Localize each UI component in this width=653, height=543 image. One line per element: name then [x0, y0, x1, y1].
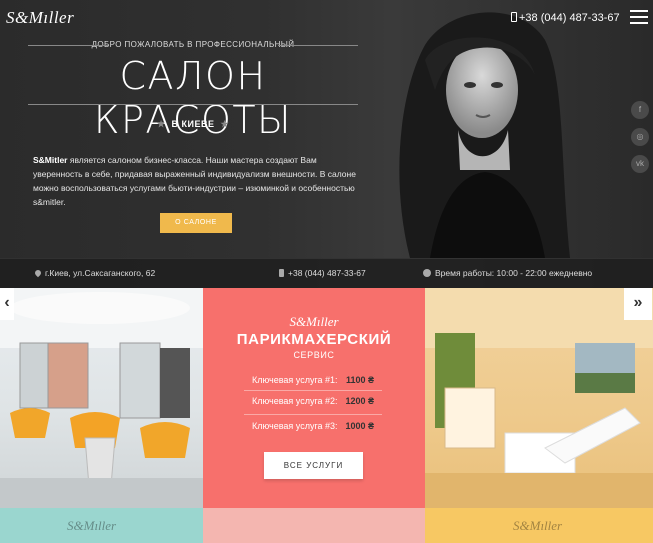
salon-interior-illustration [0, 288, 203, 508]
service-price: 1100 ₴ [345, 375, 374, 385]
salon-interior-image [0, 288, 203, 508]
row2-logo-right: S&Mıller [513, 518, 563, 533]
address-text: г.Киев, ул.Саксаганского, 62 [45, 268, 156, 278]
phone-text[interactable]: +38 (044) 487-33-67 [288, 268, 366, 278]
phone-info[interactable]: +38 (044) 487-33-67 [279, 268, 366, 278]
location-pin-icon [33, 268, 43, 278]
welcome-text: ДОБРО ПОЖАЛОВАТЬ В ПРОФЕССИОНАЛЬНЫЙ [28, 40, 358, 49]
service-price: 1200 ₴ [345, 396, 374, 406]
hero-city-label: В КИЕВЕ [171, 119, 215, 129]
service-price: 1000 ₴ [345, 421, 374, 431]
service-divider [244, 414, 382, 415]
service-card-bottom-middle [203, 508, 425, 543]
instagram-icon[interactable]: ◎ [631, 128, 649, 146]
service-label: Ключевая услуга #2: [252, 396, 338, 406]
service-divider [244, 390, 382, 391]
service-item: Ключевая услуга #1: 1100 ₴ [252, 375, 384, 385]
header-phone[interactable]: +38 (044) 487-33-67 [511, 12, 620, 24]
star-icon: ★ [220, 119, 230, 129]
service-label: Ключевая услуга #3: [252, 421, 338, 431]
hours-info: Время работы: 10:00 - 22:00 ежедневно [423, 268, 592, 278]
cosmetology-room-illustration [425, 288, 653, 508]
service-card-logo: S&Mıller [289, 314, 339, 329]
hero-city: ★ В КИЕВЕ ★ [28, 119, 358, 130]
model-portrait-image [399, 12, 570, 258]
phone-icon [511, 12, 517, 22]
row2-logo-left: S&Mıller [67, 518, 117, 533]
hero-description: S&Mitler является салоном бизнес-класса.… [33, 153, 363, 209]
service-label: Ключевая услуга #1: [252, 375, 338, 385]
star-icon: ★ [156, 119, 166, 129]
slider-next-arrow[interactable]: » [624, 288, 652, 320]
menu-hamburger-icon[interactable] [630, 10, 648, 24]
service-item: Ключевая услуга #3: 1000 ₴ [252, 421, 384, 431]
header-phone-number[interactable]: +38 (044) 487-33-67 [519, 12, 620, 24]
phone-icon [279, 269, 284, 277]
vk-icon[interactable]: vk [631, 155, 649, 173]
hours-text: Время работы: 10:00 - 22:00 ежедневно [435, 268, 593, 278]
hero-section: S&Mıller +38 (044) 487-33-67 ДОБРО ПОЖАЛ… [0, 0, 653, 288]
service-card-subtitle: СЕРВИС [293, 350, 335, 360]
logo[interactable]: S&Mıller [6, 8, 74, 28]
about-salon-button[interactable]: О САЛОНЕ [160, 213, 232, 233]
hero-description-text: является салоном бизнес-класса. Наши мас… [33, 155, 356, 207]
service-item: Ключевая услуга #2: 1200 ₴ [252, 396, 384, 406]
slider-prev-arrow[interactable]: ‹ [0, 288, 14, 320]
all-services-button[interactable]: ВСЕ УСЛУГИ [264, 452, 363, 479]
facebook-icon[interactable]: f [631, 101, 649, 119]
cosmetology-room-image [425, 288, 653, 508]
brand-name: S&Mitler [33, 155, 68, 165]
service-card-title: ПАРИКМАХЕРСКИЙ [236, 331, 392, 348]
clock-icon [423, 269, 431, 277]
address-info: г.Киев, ул.Саксаганского, 62 [33, 268, 156, 278]
title-divider [28, 104, 358, 105]
